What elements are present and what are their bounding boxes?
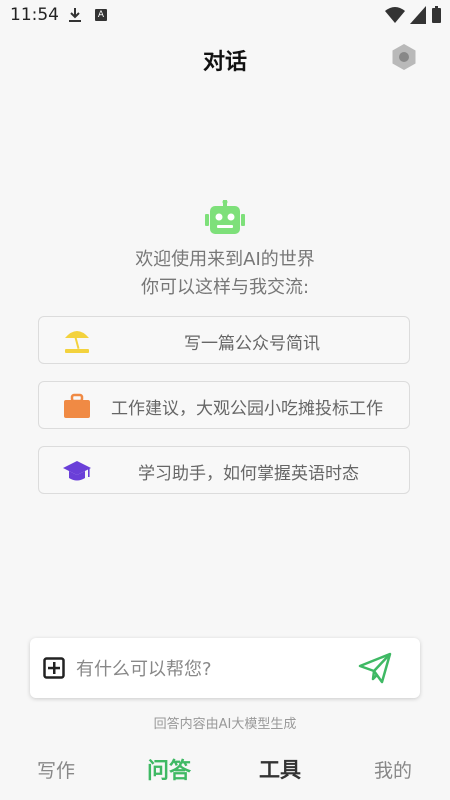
status-time: 11:54 <box>10 5 59 25</box>
briefcase-icon <box>64 393 90 418</box>
bottom-tab-bar: 写作 问答 工具 我的 <box>0 748 450 792</box>
robot-icon <box>205 200 245 234</box>
chat-message-input[interactable] <box>74 652 348 686</box>
chat-input-bar <box>30 638 420 698</box>
tab-qa[interactable]: 问答 <box>147 753 191 785</box>
wifi-icon <box>385 7 405 23</box>
graduation-cap-icon <box>63 461 91 481</box>
welcome-line-2: 你可以这样与我交流: <box>140 277 310 298</box>
prompt-card-newsletter[interactable]: 写一篇公众号简讯 <box>38 316 410 364</box>
tab-writing[interactable]: 写作 <box>37 756 75 783</box>
settings-hexagon-icon[interactable] <box>390 43 418 71</box>
prompt-text: 学习助手，如何掌握英语时态 <box>138 464 359 484</box>
welcome-line-1: 欢迎使用来到AI的世界 <box>135 249 315 270</box>
beach-umbrella-icon <box>65 331 89 353</box>
ai-disclaimer: 回答内容由AI大模型生成 <box>153 717 297 732</box>
tab-mine[interactable]: 我的 <box>374 756 412 783</box>
add-box-icon[interactable] <box>43 657 65 679</box>
page-title: 对话 <box>202 50 247 75</box>
prompt-card-study-helper[interactable]: 学习助手，如何掌握英语时态 <box>38 446 410 494</box>
welcome-text: 欢迎使用来到AI的世界 你可以这样与我交流: <box>0 246 450 302</box>
prompt-text: 工作建议，大观公园小吃摊投标工作 <box>111 399 383 419</box>
tab-tools[interactable]: 工具 <box>259 754 301 784</box>
notification-a-icon: A <box>95 9 107 21</box>
signal-icon <box>410 6 426 24</box>
download-icon <box>69 8 81 22</box>
prompt-card-work-advice[interactable]: 工作建议，大观公园小吃摊投标工作 <box>38 381 410 429</box>
prompt-text: 写一篇公众号简讯 <box>184 334 320 354</box>
status-bar: 11:54 A <box>0 0 450 32</box>
battery-icon <box>432 6 441 23</box>
send-icon[interactable] <box>358 652 392 684</box>
